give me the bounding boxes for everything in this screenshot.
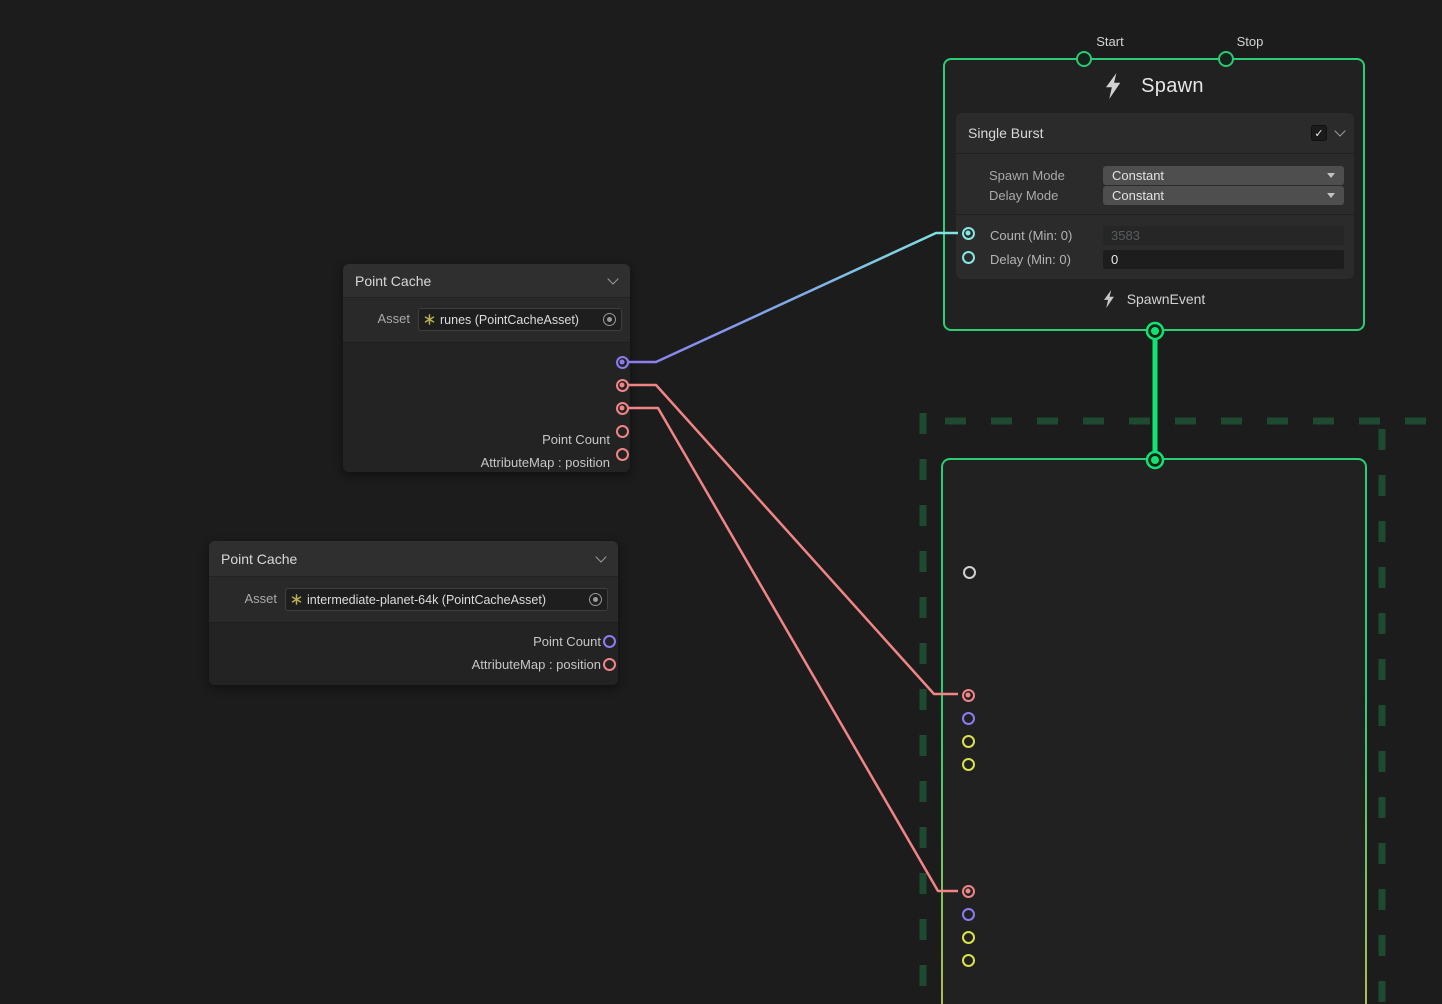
spawn-stop-label: Stop: [1220, 34, 1280, 49]
delay-input[interactable]: 0: [1103, 250, 1344, 269]
collapse-chevron[interactable]: [607, 273, 618, 284]
asset-label: Asset: [355, 311, 410, 326]
single-burst-header[interactable]: Single Burst ✓: [956, 113, 1354, 154]
spawnevent-label: SpawnEvent: [1127, 291, 1206, 307]
attributemap-velocity-output-port[interactable]: [616, 402, 629, 415]
spawn-node[interactable]: Spawn Single Burst ✓ Spawn Mode Constant…: [943, 58, 1365, 331]
output-label: Point Count: [373, 432, 610, 447]
output-label: Point Count: [349, 634, 601, 649]
spawn-mode-label: Spawn Mode: [989, 166, 1065, 185]
asset-label: Asset: [215, 591, 277, 606]
count-input[interactable]: 3583: [1103, 226, 1344, 245]
attributemap-position-output-port[interactable]: [603, 658, 616, 671]
output-label: AttributeMap : position: [349, 657, 601, 672]
outputs-section: Point Count AttributeMap : position Attr…: [343, 343, 630, 472]
lightning-icon: [1103, 290, 1114, 308]
velocity-attribute-map-input-port[interactable]: [962, 885, 975, 898]
object-picker-icon[interactable]: [603, 313, 616, 326]
point-cache-title: Point Cache: [355, 273, 431, 289]
delay-input-port[interactable]: [962, 251, 975, 264]
position-value-scale-input-port[interactable]: [962, 758, 975, 771]
count-input-port[interactable]: [962, 227, 975, 240]
edge-velocity-to-attributemap[interactable]: [622, 408, 958, 891]
position-attribute-map-input-port[interactable]: [962, 689, 975, 702]
velocity-seed-input-port[interactable]: [962, 908, 975, 921]
spawn-mode-dropdown[interactable]: Constant: [1103, 166, 1344, 185]
single-burst-enabled-checkbox[interactable]: ✓: [1311, 125, 1327, 141]
bounds-input-port[interactable]: [963, 566, 976, 579]
asset-object-field[interactable]: runes (PointCacheAsset): [418, 308, 622, 331]
initialize-particle-node[interactable]: Initialize Particle WORLD Capacity 65536…: [941, 458, 1367, 1004]
asset-row: Asset intermediate-planet-64k (PointCach…: [209, 576, 618, 623]
spawn-node-title: Spawn: [1141, 75, 1204, 98]
point-cache-runes-header[interactable]: Point Cache: [343, 264, 630, 297]
single-burst-title: Single Burst: [968, 125, 1043, 141]
position-seed-input-port[interactable]: [962, 712, 975, 725]
attributemap-position-output-port[interactable]: [616, 379, 629, 392]
asset-object-field[interactable]: intermediate-planet-64k (PointCacheAsset…: [285, 588, 608, 611]
point-cache-title: Point Cache: [221, 551, 297, 567]
point-count-output-port[interactable]: [616, 356, 629, 369]
point-cache-planet-header[interactable]: Point Cache: [209, 541, 618, 576]
spawn-start-label: Start: [1080, 34, 1140, 49]
outputs-section: Point Count AttributeMap : position: [209, 623, 618, 685]
edge-pointcount-to-count[interactable]: [622, 233, 958, 362]
delay-label: Delay (Min: 0): [990, 250, 1071, 269]
attributemap-age-output-port[interactable]: [616, 448, 629, 461]
point-cache-planet-node[interactable]: Point Cache Asset intermediate-planet-64…: [209, 541, 618, 685]
delay-mode-dropdown[interactable]: Constant: [1103, 186, 1344, 205]
position-value-bias-input-port[interactable]: [962, 735, 975, 748]
output-label: AttributeMap : position: [373, 455, 610, 470]
collapse-chevron[interactable]: [595, 551, 606, 562]
point-cache-asset-icon: [424, 314, 435, 325]
edge-position-to-attributemap[interactable]: [622, 385, 958, 694]
velocity-value-scale-input-port[interactable]: [962, 954, 975, 967]
point-cache-asset-icon: [291, 594, 302, 605]
point-count-output-port[interactable]: [603, 635, 616, 648]
delay-mode-label: Delay Mode: [989, 186, 1058, 205]
single-burst-collapse-chevron[interactable]: [1334, 125, 1345, 136]
single-burst-block[interactable]: Single Burst ✓ Spawn Mode Constant Delay…: [956, 113, 1354, 279]
asset-row: Asset runes (PointCacheAsset): [343, 297, 630, 343]
lightning-icon: [1104, 73, 1121, 99]
count-label: Count (Min: 0): [990, 226, 1072, 245]
attributemap-color-output-port[interactable]: [616, 425, 629, 438]
vfx-graph-canvas[interactable]: Start Stop Spawn Single Burst ✓ Spawn Mo…: [0, 0, 1442, 1004]
point-cache-runes-node[interactable]: Point Cache Asset runes (PointCacheAsset…: [343, 264, 630, 472]
dropdown-arrow-icon: [1327, 193, 1335, 198]
dropdown-arrow-icon: [1327, 173, 1335, 178]
velocity-value-bias-input-port[interactable]: [962, 931, 975, 944]
object-picker-icon[interactable]: [589, 593, 602, 606]
